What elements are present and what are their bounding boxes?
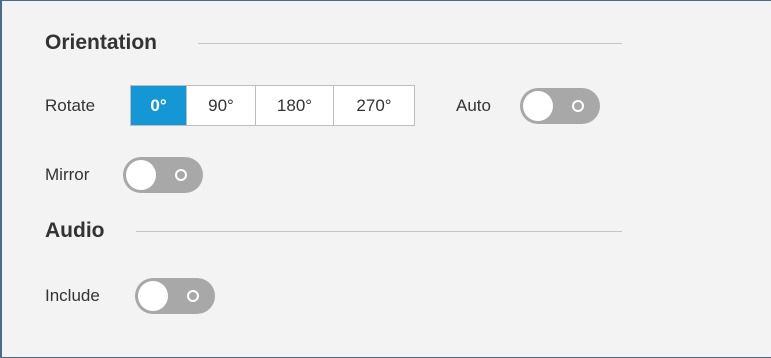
orientation-divider [198, 43, 622, 44]
mirror-label: Mirror [45, 165, 90, 184]
include-toggle[interactable] [135, 278, 215, 314]
auto-toggle[interactable] [520, 88, 600, 124]
toggle-knob [126, 160, 156, 190]
rotate-segmented-control: 0° 90° 180° 270° [130, 85, 415, 126]
rotate-option-0[interactable]: 0° [131, 86, 187, 125]
rotate-option-180[interactable]: 180° [256, 86, 334, 125]
audio-divider [136, 231, 622, 232]
orientation-section-title: Orientation [45, 31, 158, 54]
audio-section-header: Audio [45, 218, 104, 244]
rotate-option-90[interactable]: 90° [187, 86, 256, 125]
include-label: Include [45, 286, 100, 305]
rotate-option-270[interactable]: 270° [334, 86, 414, 125]
audio-section-title: Audio [45, 219, 105, 242]
auto-label: Auto [456, 96, 491, 115]
toggle-off-indicator-icon [175, 169, 187, 181]
toggle-knob [138, 281, 168, 311]
orientation-section-header: Orientation [45, 30, 157, 56]
toggle-off-indicator-icon [187, 290, 199, 302]
toggle-off-indicator-icon [572, 100, 584, 112]
toggle-knob [523, 91, 553, 121]
settings-panel: Orientation Rotate 0° 90° 180° 270° Auto… [0, 0, 771, 358]
rotate-label: Rotate [45, 96, 96, 115]
mirror-toggle[interactable] [123, 157, 203, 193]
